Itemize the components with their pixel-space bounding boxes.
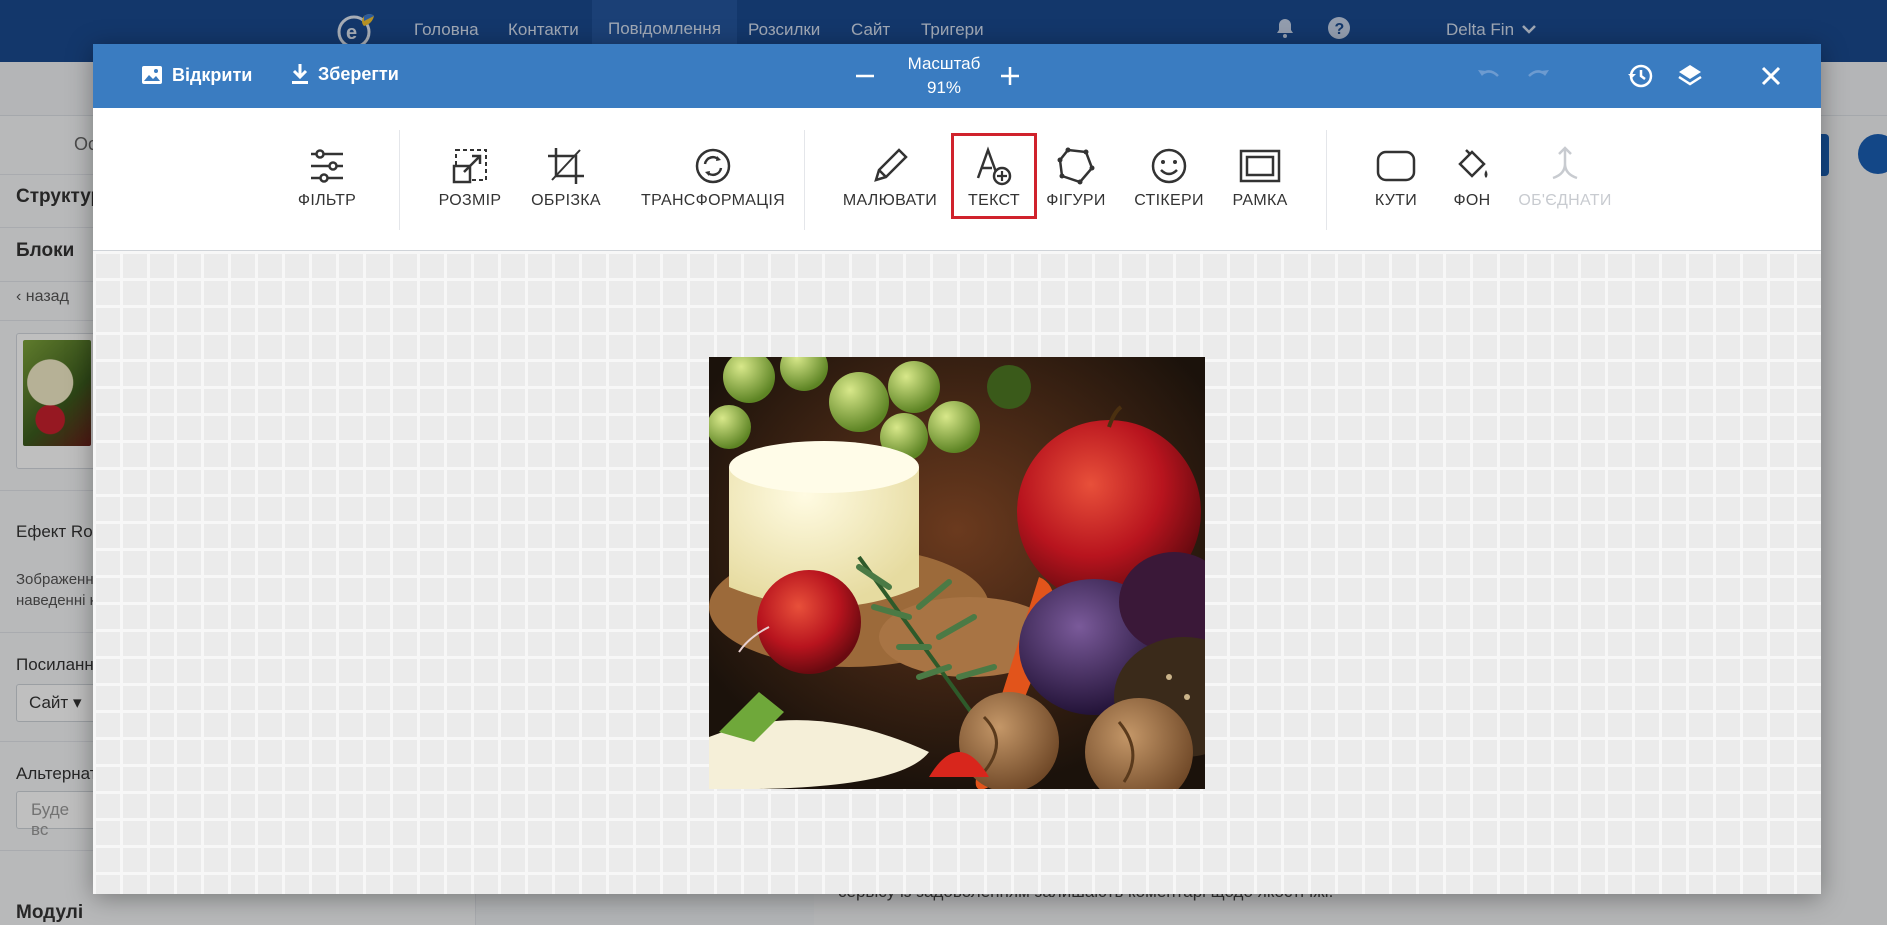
tool-draw[interactable]: МАЛЮВАТИ [840,146,940,209]
tool-stickers[interactable]: СТІКЕРИ [1129,146,1209,209]
tool-crop[interactable]: ОБРІЗКА [526,146,606,209]
transform-label: ТРАНСФОРМАЦІЯ [641,192,785,209]
zoom-out-icon[interactable] [852,63,878,89]
tool-transform[interactable]: ТРАНСФОРМАЦІЯ [623,146,803,209]
zoom-title: Масштаб [907,54,981,73]
crop-icon [548,148,584,184]
frame-icon [1239,149,1281,183]
merge-icon [1552,146,1578,180]
tool-shapes[interactable]: ФІГУРИ [1044,146,1108,209]
editor-toolbar: ФІЛЬТР РОЗМІР ОБРІЗКА ТРАНСФОРМАЦІЯ МАЛЮ… [93,108,1821,251]
pencil-icon [874,148,908,182]
image-editor-modal: Відкрити Зберегти Масштаб 91% ФІЛЬТР РОЗ… [93,44,1821,894]
save-label: Зберегти [318,63,399,84]
draw-label: МАЛЮВАТИ [842,192,938,209]
open-label: Відкрити [172,64,253,85]
resize-icon [452,149,487,184]
open-button[interactable]: Відкрити [140,63,252,87]
background-label: ФОН [1453,192,1491,209]
edited-photo[interactable] [709,357,1205,789]
smiley-icon [1151,148,1187,184]
shapes-label: ФІГУРИ [1046,192,1106,209]
redo-icon[interactable] [1525,62,1553,90]
zoom-in-icon[interactable] [997,63,1023,89]
selected-tool-highlight [951,133,1037,219]
resize-label: РОЗМІР [438,192,502,209]
polygon-icon [1057,147,1095,185]
editor-header: Відкрити Зберегти Масштаб 91% [93,44,1821,108]
tool-filter[interactable]: ФІЛЬТР [295,146,359,209]
sliders-icon [311,149,343,183]
corners-label: КУТИ [1374,192,1418,209]
transform-icon [695,148,731,184]
tool-resize[interactable]: РОЗМІР [438,146,502,209]
save-button[interactable]: Зберегти [290,63,399,85]
editor-canvas[interactable] [93,251,1821,894]
download-icon [292,64,308,84]
rounded-corners-icon [1376,150,1416,182]
tool-background[interactable]: ФОН [1447,146,1497,209]
zoom-value: 91% [926,78,962,97]
undo-icon[interactable] [1474,62,1502,90]
paint-bucket-icon [1458,149,1488,178]
tool-frame[interactable]: РАМКА [1220,146,1300,209]
stickers-label: СТІКЕРИ [1134,192,1204,209]
crop-label: ОБРІЗКА [531,192,601,209]
frame-label: РАМКА [1232,192,1288,209]
history-icon[interactable] [1626,62,1654,90]
zoom-indicator: Масштаб 91% [901,52,987,100]
layers-icon[interactable] [1676,62,1704,90]
filter-label: ФІЛЬТР [297,192,357,209]
tool-merge[interactable]: ОБ'ЄДНАТИ [1517,146,1613,209]
tool-corners[interactable]: КУТИ [1366,146,1426,209]
image-icon [142,66,162,84]
merge-label: ОБ'ЄДНАТИ [1518,192,1612,209]
close-icon[interactable] [1757,62,1785,90]
